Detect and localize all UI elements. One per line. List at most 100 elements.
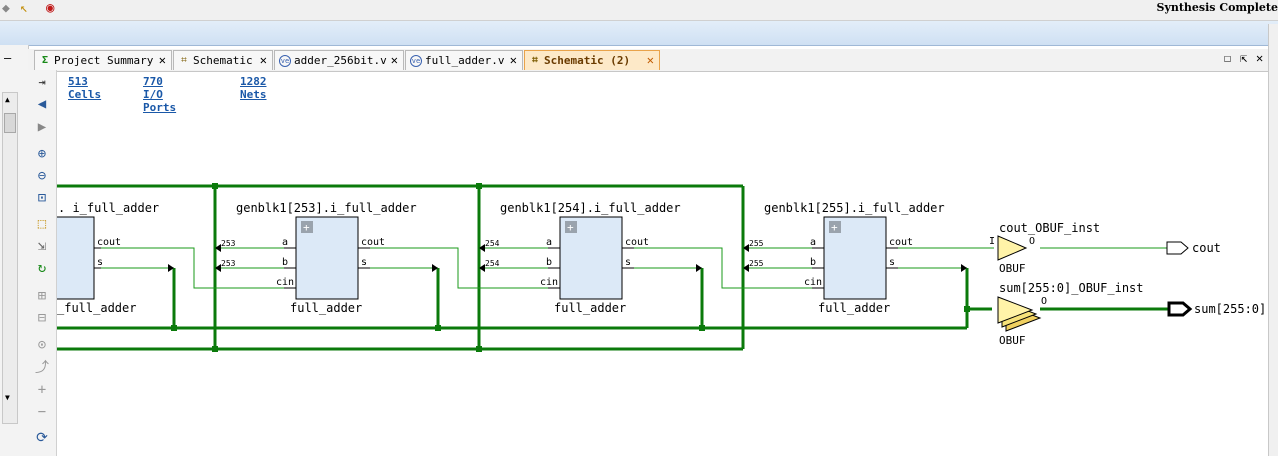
buffer-instance-label: sum[255:0]_OBUF_inst — [999, 281, 1144, 295]
verilog-file-icon: ve — [279, 54, 291, 67]
port-cout[interactable]: cout — [1166, 241, 1221, 255]
scroll-up-icon[interactable]: ▲ — [5, 95, 10, 104]
pin-label-s: s — [361, 257, 367, 268]
partial-instance-label: . i_full_adder — [58, 201, 159, 215]
bit-label-a: 255 — [749, 239, 764, 248]
close-panel-icon[interactable]: ✕ — [1256, 51, 1263, 65]
close-icon[interactable]: ✕ — [647, 53, 654, 67]
sigma-icon: Σ — [41, 54, 49, 66]
bit-label-a: 254 — [485, 239, 500, 248]
port-sum[interactable]: sum[255:0] — [1167, 301, 1266, 317]
pin-label-a: a — [546, 237, 552, 248]
pin-label-cout: cout — [625, 237, 649, 248]
partial-type-label: _full_adder — [57, 301, 136, 315]
cursor-tool-icon[interactable]: ↖ — [20, 1, 28, 16]
tab-schematic-2[interactable]: ⌗ Schematic (2) ✕ — [524, 50, 660, 70]
scroll-down-icon[interactable]: ▼ — [5, 393, 10, 402]
select-area-icon[interactable]: ⬚ — [33, 215, 51, 233]
sum-obuf[interactable]: sum[255:0]_OBUF_inst O OBUF — [997, 281, 1144, 347]
close-icon[interactable]: ✕ — [159, 53, 166, 67]
zoom-in-icon[interactable]: ⊕ — [33, 145, 51, 163]
buffer-in-pin: I — [989, 236, 995, 247]
tab-label: full_adder.v — [425, 54, 505, 67]
expand-glyph: + — [303, 221, 310, 234]
schematic-icon: ⌗ — [181, 54, 187, 66]
search-icon[interactable]: ⊙ — [33, 336, 51, 354]
pin-label-b: b — [546, 257, 552, 268]
close-icon[interactable]: ✕ — [391, 53, 398, 67]
partial-cell[interactable]: cout s _full_adder — [51, 216, 136, 315]
buffer-type-label: OBUF — [999, 262, 1026, 275]
left-scrollbar[interactable]: ▲ ▼ — [2, 92, 18, 424]
bit-label-b: 253 — [221, 259, 236, 268]
main-toolbar: ◆ ↖ ◉ Synthesis Complete — [0, 0, 1278, 21]
cell-genblk1-253[interactable]: genblk1[253].i_full_adder + a b cin cout… — [221, 201, 417, 315]
instance-name-label: genblk1[254].i_full_adder — [500, 201, 681, 215]
close-icon[interactable]: ✕ — [510, 53, 517, 67]
schematic-toolbar: ⇥ ◀ ▶ ⊕ ⊖ ⊡ ⬚ ⇲ ↻ ⊞ ⊟ ⊙ ⤴ + − ⟳ — [28, 70, 57, 456]
pin-label-cout: cout — [889, 237, 913, 248]
regenerate-icon[interactable]: ↻ — [33, 259, 51, 277]
tab-label: Schematic — [193, 54, 253, 67]
add-icon[interactable]: + — [33, 381, 51, 399]
port-label: sum[255:0] — [1194, 302, 1266, 316]
pin-label-cin: cin — [804, 277, 822, 288]
pin-label-s: s — [625, 257, 631, 268]
route-icon[interactable]: ⤴ — [33, 359, 51, 377]
status-text: Synthesis Complete — [1156, 1, 1278, 14]
debug-icon[interactable]: ◉ — [46, 0, 54, 16]
pin-label-b: b — [810, 257, 816, 268]
pin-label-s: s — [97, 257, 103, 268]
expand-cell-icon[interactable]: ⊞ — [33, 287, 51, 305]
buffer-out-pin: O — [1041, 296, 1047, 307]
schematic-canvas[interactable]: . i_full_adder cout s _full_adder genblk… — [51, 90, 1268, 456]
scroll-thumb[interactable] — [4, 113, 16, 133]
cell-genblk1-254[interactable]: genblk1[254].i_full_adder + a b cin cout… — [485, 201, 681, 315]
pin-label-s: s — [889, 257, 895, 268]
pin-label-cout: cout — [97, 237, 121, 248]
right-panel-edge — [1268, 24, 1278, 456]
close-icon[interactable]: ✕ — [260, 53, 267, 67]
float-icon[interactable]: ⇱ — [1240, 51, 1247, 65]
tab-full-adder[interactable]: ve full_adder.v ✕ — [405, 50, 523, 70]
expand-glyph: + — [831, 221, 838, 234]
buffer-out-pin: O — [1029, 236, 1035, 247]
zoom-out-icon[interactable]: ⊖ — [33, 167, 51, 185]
cell-genblk1-255[interactable]: genblk1[255].i_full_adder + a b cin cout… — [749, 201, 945, 315]
tab-label: Schematic (2) — [544, 54, 631, 67]
bit-label-b: 255 — [749, 259, 764, 268]
pin-label-b: b — [282, 257, 288, 268]
collapse-cell-icon[interactable]: ⊟ — [33, 309, 51, 327]
bit-label-a: 253 — [221, 239, 236, 248]
pin-label-cin: cin — [276, 277, 294, 288]
forward-icon[interactable]: ▶ — [33, 118, 51, 136]
remove-icon[interactable]: − — [33, 403, 51, 421]
pin-label-cout: cout — [361, 237, 385, 248]
bit-label-b: 254 — [485, 259, 500, 268]
refresh-icon[interactable]: ⟳ — [33, 429, 51, 447]
schematic-svg[interactable]: . i_full_adder cout s _full_adder genblk… — [51, 90, 1268, 456]
port-label: cout — [1192, 241, 1221, 255]
cell-type-label: full_adder — [554, 301, 626, 315]
schematic-icon: ⌗ — [532, 54, 538, 66]
maximize-icon[interactable]: ☐ — [1224, 51, 1231, 65]
zoom-fit-icon[interactable]: ⊡ — [33, 189, 51, 207]
instance-name-label: genblk1[255].i_full_adder — [764, 201, 945, 215]
tab-schematic[interactable]: ⌗ Schematic ✕ — [173, 50, 273, 70]
tool-icon[interactable]: ◆ — [2, 1, 10, 16]
window-header-strip — [0, 21, 1278, 46]
select-mode-icon[interactable]: ⇥ — [33, 73, 51, 91]
expand-icon[interactable]: ⇲ — [33, 237, 51, 255]
panel-collapse-icon[interactable]: – — [4, 51, 11, 65]
tab-adder-256bit[interactable]: ve adder_256bit.v ✕ — [274, 50, 404, 70]
cell-type-label: full_adder — [818, 301, 890, 315]
tab-project-summary[interactable]: Σ Project Summary ✕ — [34, 50, 172, 70]
buffer-instance-label: cout_OBUF_inst — [999, 221, 1100, 235]
buffer-type-label: OBUF — [999, 334, 1026, 347]
cell-type-label: full_adder — [290, 301, 362, 315]
instance-name-label: genblk1[253].i_full_adder — [236, 201, 417, 215]
editor-tab-bar: Σ Project Summary ✕ ⌗ Schematic ✕ ve add… — [28, 49, 1278, 72]
back-icon[interactable]: ◀ — [33, 95, 51, 113]
tab-label: Project Summary — [54, 54, 154, 67]
pin-label-a: a — [810, 237, 816, 248]
